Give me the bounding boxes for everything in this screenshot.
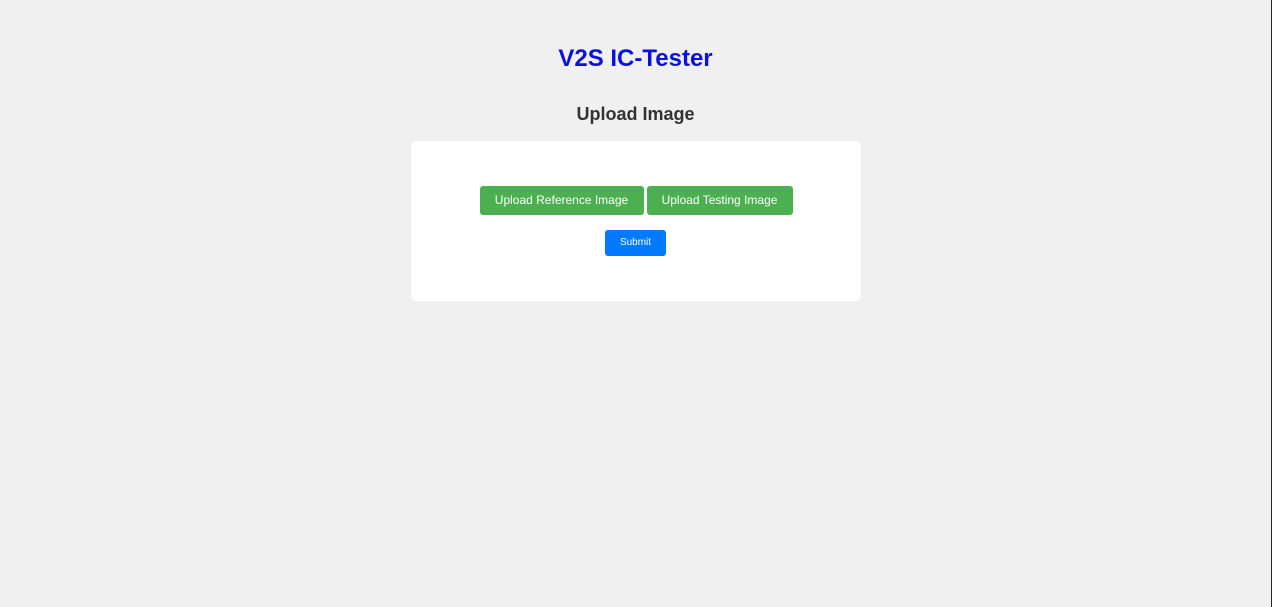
upload-reference-image-button[interactable]: Upload Reference Image	[479, 186, 644, 215]
app-title: V2S IC-Tester	[558, 45, 713, 72]
upload-testing-image-button[interactable]: Upload Testing Image	[646, 186, 793, 215]
upload-buttons-row: Upload Reference Image Upload Testing Im…	[411, 186, 861, 215]
page: V2S IC-Tester Upload Image Upload Refere…	[0, 0, 1271, 607]
upload-card: Upload Reference Image Upload Testing Im…	[411, 141, 861, 301]
submit-button[interactable]: Submit	[605, 230, 666, 256]
section-title: Upload Image	[576, 104, 695, 124]
